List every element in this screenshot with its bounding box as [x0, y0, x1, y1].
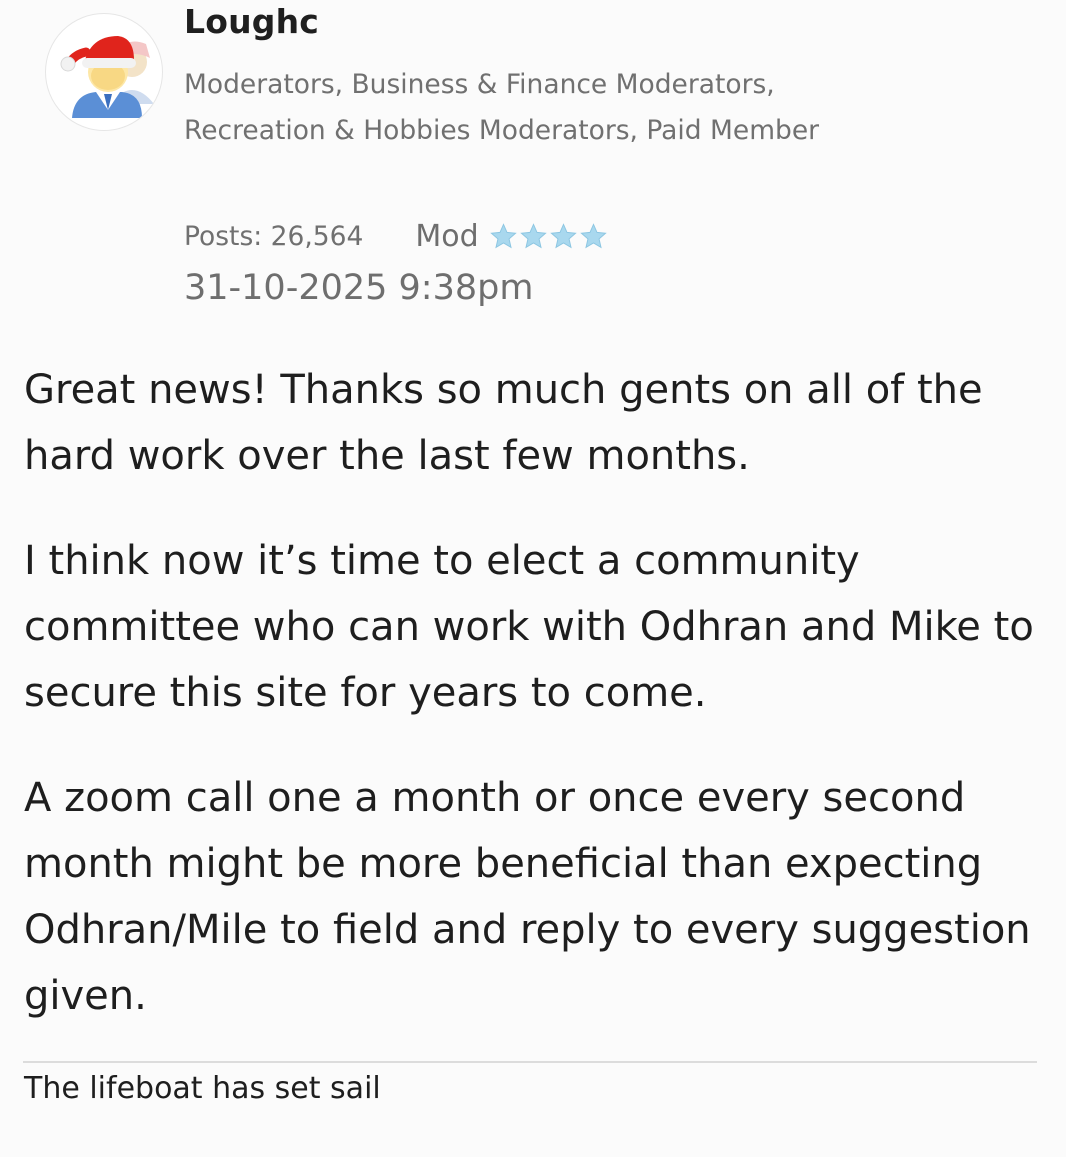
- post-paragraph: A zoom call one a month or once every se…: [24, 775, 1031, 1019]
- post-signature: The lifeboat has set sail: [24, 1071, 381, 1106]
- author-stats: Posts: 26,564 Mod: [184, 214, 609, 258]
- post-paragraph: I think now it’s time to elect a communi…: [24, 538, 1034, 716]
- rank-stars: [489, 222, 609, 251]
- signature-divider: [23, 1061, 1037, 1063]
- star-icon: [549, 222, 577, 248]
- star-icon: [519, 222, 547, 248]
- post-timestamp: 31-10-2025 9:38pm: [184, 268, 534, 308]
- post-paragraph: Great news! Thanks so much gents on all …: [24, 367, 983, 479]
- post-body: Great news! Thanks so much gents on all …: [24, 357, 1034, 1029]
- author-username[interactable]: Loughc: [184, 2, 319, 41]
- star-icon: [489, 222, 517, 248]
- rank-title: Mod: [415, 218, 479, 254]
- forum-post: Loughc Moderators, Business & Finance Mo…: [0, 0, 1066, 1157]
- santa-hat-user-icon: [60, 36, 154, 118]
- post-count: Posts: 26,564: [184, 220, 364, 252]
- user-avatar[interactable]: [45, 13, 163, 131]
- author-ranks: Moderators, Business & Finance Moderator…: [184, 69, 820, 146]
- star-icon: [579, 222, 607, 248]
- rank-badge: Mod: [415, 219, 608, 254]
